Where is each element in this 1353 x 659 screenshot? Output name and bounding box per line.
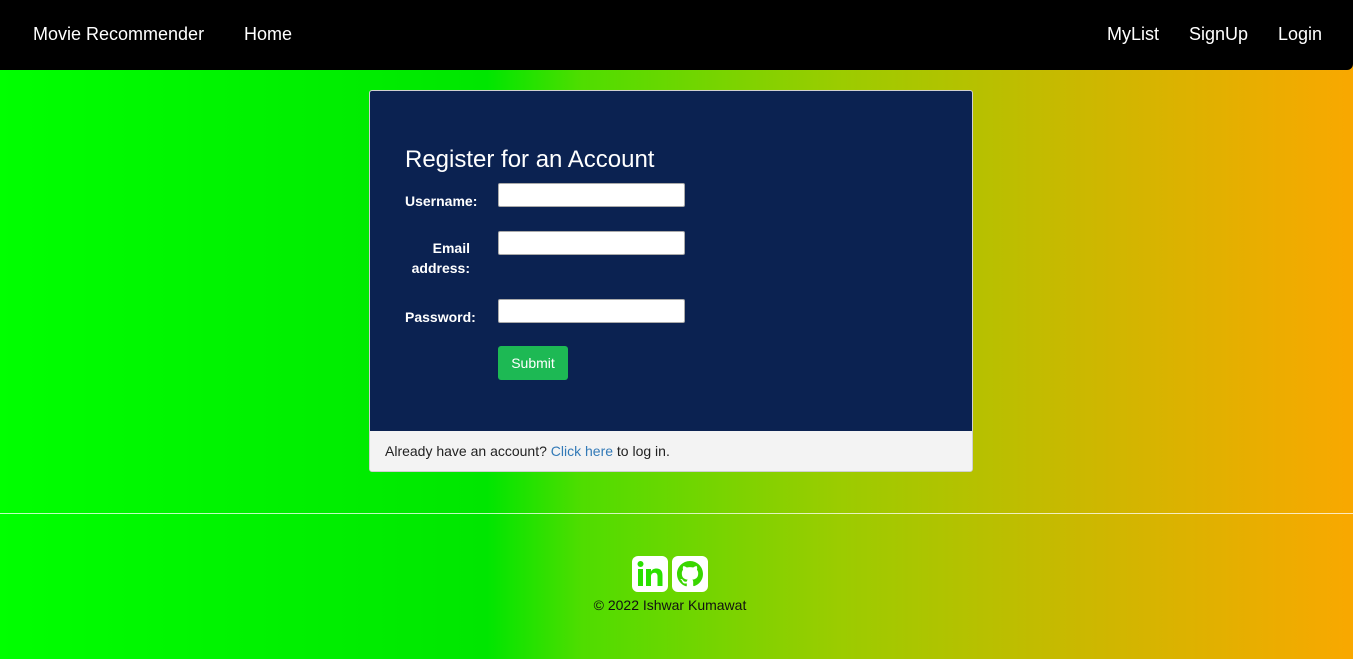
- nav-mylist-link[interactable]: MyList: [1107, 23, 1159, 45]
- linkedin-icon[interactable]: [632, 556, 668, 592]
- email-label: Email address:: [411, 240, 470, 276]
- nav-login-link[interactable]: Login: [1278, 23, 1322, 45]
- login-prompt: Already have an account? Click here to l…: [370, 431, 972, 471]
- footer-divider: [0, 513, 1353, 514]
- username-label: Username:: [405, 193, 478, 209]
- login-here-link[interactable]: Click here: [551, 443, 613, 459]
- username-input[interactable]: [498, 183, 685, 207]
- register-form: Register for an Account Username: Email …: [370, 91, 972, 431]
- copyright-text: © 2022 Ishwar Kumawat: [593, 597, 747, 613]
- register-panel: Register for an Account Username: Email …: [369, 90, 973, 472]
- brand-link[interactable]: Movie Recommender: [33, 23, 204, 45]
- github-icon[interactable]: [672, 556, 708, 592]
- nav-home-link[interactable]: Home: [244, 23, 292, 45]
- submit-button[interactable]: Submit: [498, 346, 568, 380]
- navbar: Movie Recommender Home MyList SignUp Log…: [0, 0, 1353, 70]
- login-prompt-suffix: to log in.: [616, 443, 670, 459]
- nav-signup-link[interactable]: SignUp: [1189, 23, 1248, 45]
- form-title: Register for an Account: [405, 146, 655, 173]
- password-input[interactable]: [498, 299, 685, 323]
- password-label: Password:: [405, 309, 476, 325]
- email-input[interactable]: [498, 231, 685, 255]
- login-prompt-prefix: Already have an account?: [385, 443, 547, 459]
